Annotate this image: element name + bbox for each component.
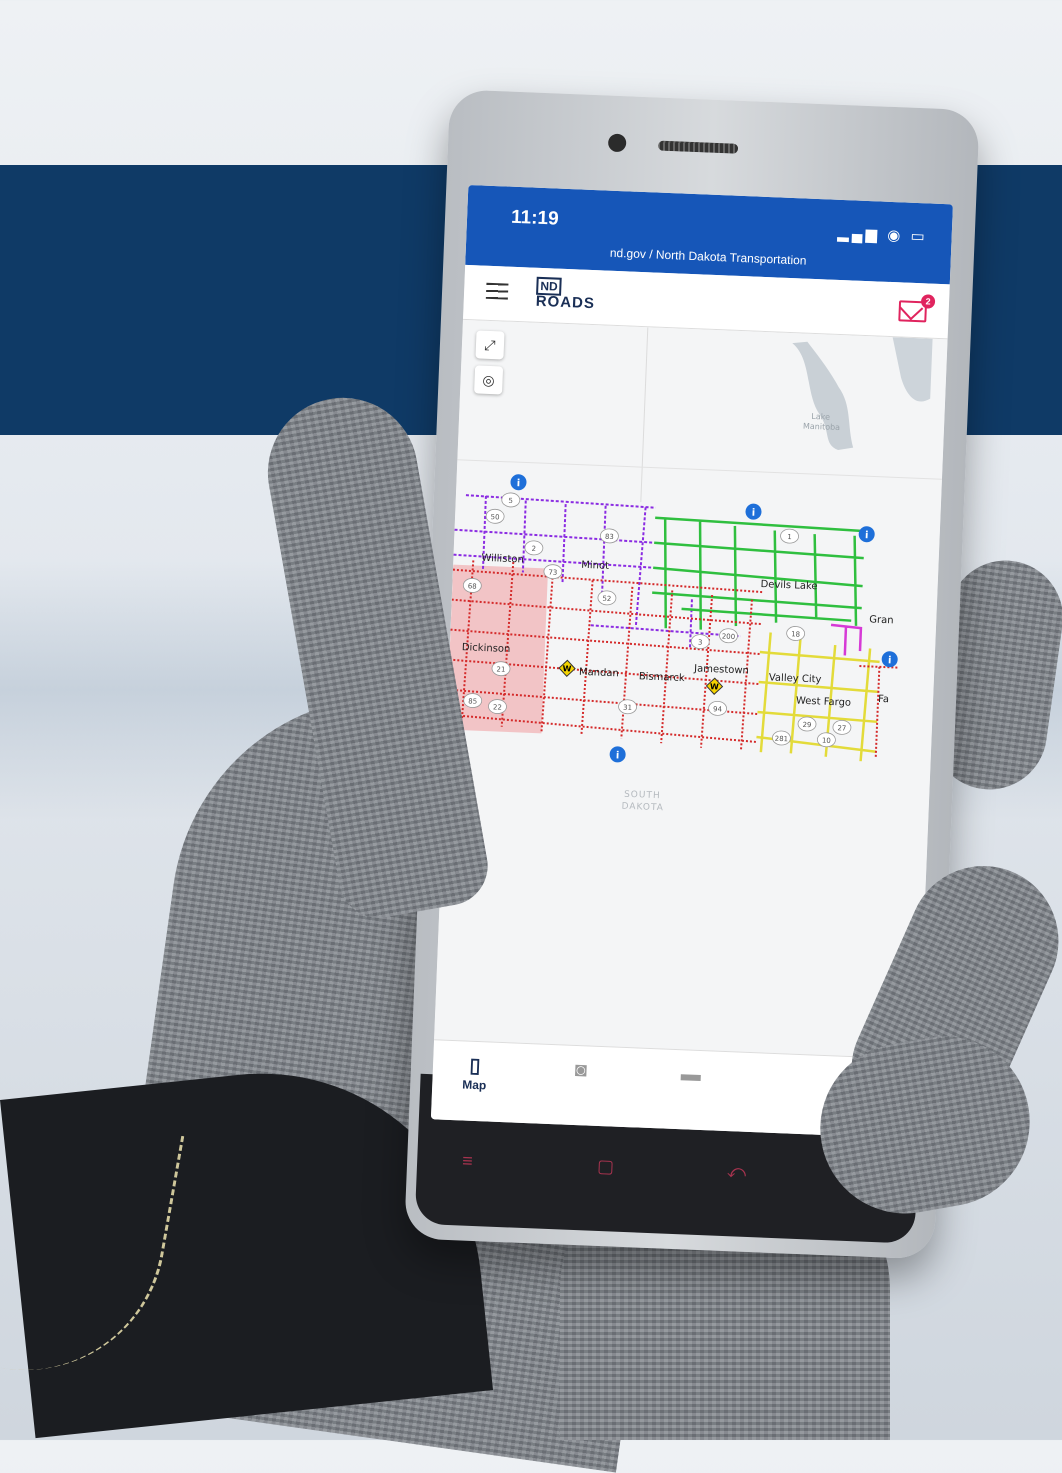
map-view[interactable]: Lake Manitoba i i i i i W W Williston Mi… (434, 319, 948, 1059)
truck-icon: ▬ (680, 1063, 702, 1087)
route-shield: 50 (485, 508, 505, 524)
status-time: 11:19 (510, 206, 560, 230)
svg-text:W: W (710, 682, 719, 691)
svg-text:W: W (562, 664, 571, 673)
lake-shape-2 (892, 337, 933, 402)
route-shield-label: 31 (623, 704, 632, 712)
route-shield-label: 200 (722, 633, 736, 642)
route-shield: 2 (524, 540, 544, 556)
state-label-south-1: SOUTH (624, 790, 661, 801)
route-shield-label: 52 (602, 595, 611, 603)
route-shield: 83 (600, 528, 619, 544)
route-shield-label: 94 (713, 705, 723, 713)
svg-text:i: i (752, 508, 756, 519)
route-shield: 73 (543, 564, 563, 580)
app-screen: 11:19 ▂▄▆ ◉ ▭ nd.gov / North Dakota Tran… (430, 184, 953, 1139)
route-shield-label: 27 (837, 724, 846, 732)
city-label-west-fargo: West Fargo (796, 696, 852, 709)
lake-label-1: Lake (811, 412, 830, 422)
svg-text:i: i (888, 655, 892, 666)
route-shield-label: 85 (468, 697, 477, 705)
route-shield-label: 18 (791, 630, 800, 638)
tab-trucks[interactable]: ▬ (660, 1061, 721, 1087)
route-shield: 18 (786, 626, 806, 641)
route-shield-label: 83 (605, 533, 614, 541)
city-label-dickinson: Dickinson (462, 642, 511, 655)
city-label-minot: Minot (581, 560, 609, 572)
camera-icon: ◙ (574, 1058, 588, 1082)
route-shield: 94 (708, 700, 727, 716)
signal-wifi-battery-icon: ▂▄▆ ◉ ▭ (837, 224, 929, 246)
border-line (640, 327, 649, 503)
state-label-south-2: DAKOTA (621, 802, 664, 814)
route-shield: 1 (780, 528, 799, 544)
city-label-jamestown: Jamestown (693, 663, 749, 676)
route-shield: 200 (719, 628, 738, 644)
route-shield: 5 (501, 492, 521, 508)
earpiece-speaker (657, 140, 739, 154)
tab-cameras[interactable]: ◙ (550, 1057, 611, 1083)
info-marker-icon[interactable]: i (745, 503, 762, 520)
svg-text:i: i (517, 478, 521, 489)
region-northeast-roads (652, 516, 865, 630)
route-shield: 31 (618, 699, 637, 715)
route-shield-label: 10 (822, 737, 831, 745)
border-line-2 (457, 459, 942, 480)
route-shield: 22 (488, 699, 507, 714)
svg-text:i: i (616, 750, 620, 761)
info-marker-icon[interactable]: i (858, 526, 875, 543)
city-label-devils-lake: Devils Lake (760, 579, 817, 592)
map-canvas[interactable]: Lake Manitoba i i i i i W W Williston Mi… (434, 320, 948, 1059)
city-label-williston: Williston (481, 553, 524, 566)
fullscreen-icon[interactable]: ⤢ (475, 330, 505, 360)
city-label-fa: Fa (878, 694, 889, 705)
route-shield-label: 29 (802, 721, 811, 729)
back-softkey-icon[interactable]: ⤺ (727, 1161, 747, 1183)
city-label-valley-city: Valley City (769, 672, 822, 685)
front-camera (607, 133, 627, 153)
route-shield-label: 73 (548, 568, 557, 576)
lake-shape (792, 341, 854, 451)
menu-softkey-icon[interactable]: ≡ (462, 1151, 473, 1172)
info-marker-icon[interactable]: i (510, 474, 527, 491)
info-marker-icon[interactable]: i (609, 746, 626, 763)
route-shield: 29 (797, 716, 817, 732)
route-shield: 10 (817, 732, 836, 748)
warning-marker-icon[interactable]: W (558, 659, 576, 678)
locate-me-icon[interactable]: ◎ (474, 365, 504, 395)
svg-text:i: i (865, 530, 869, 541)
route-shield: 85 (463, 693, 483, 708)
route-shield-label: 5 (508, 497, 513, 505)
route-shield: 27 (832, 719, 852, 735)
route-shield-label: 50 (490, 513, 499, 521)
route-shield-label: 2 (531, 545, 536, 553)
route-shield: 68 (462, 578, 482, 593)
info-marker-icon[interactable]: i (881, 651, 898, 668)
route-shield: 281 (772, 730, 791, 746)
route-shield-label: 68 (468, 582, 477, 590)
city-label-grand: Gran (869, 614, 894, 626)
route-shield-label: 281 (775, 735, 789, 744)
tab-map[interactable]: ▯ Map (444, 1053, 505, 1093)
route-shield: 21 (491, 661, 511, 677)
route-shield: 52 (597, 590, 617, 606)
map-icon: ▯ (469, 1054, 481, 1078)
route-shield: 3 (690, 634, 710, 650)
lake-label-2: Manitoba (803, 422, 841, 432)
city-label-bismarck: Bismarck (639, 671, 686, 684)
nd-roads-logo[interactable]: ND ROADS (535, 276, 596, 313)
route-shield-label: 1 (787, 533, 792, 541)
hamburger-menu-icon[interactable] (485, 282, 509, 300)
mail-badge: 2 (920, 294, 936, 309)
route-shield-label: 22 (493, 703, 502, 711)
tab-map-label: Map (462, 1077, 487, 1093)
home-softkey-icon[interactable]: ▢ (597, 1156, 615, 1178)
route-shield-label: 21 (496, 665, 505, 673)
city-label-mandan: Mandan (579, 667, 619, 680)
logo-roads: ROADS (535, 292, 596, 313)
route-shield-label: 3 (698, 639, 703, 647)
